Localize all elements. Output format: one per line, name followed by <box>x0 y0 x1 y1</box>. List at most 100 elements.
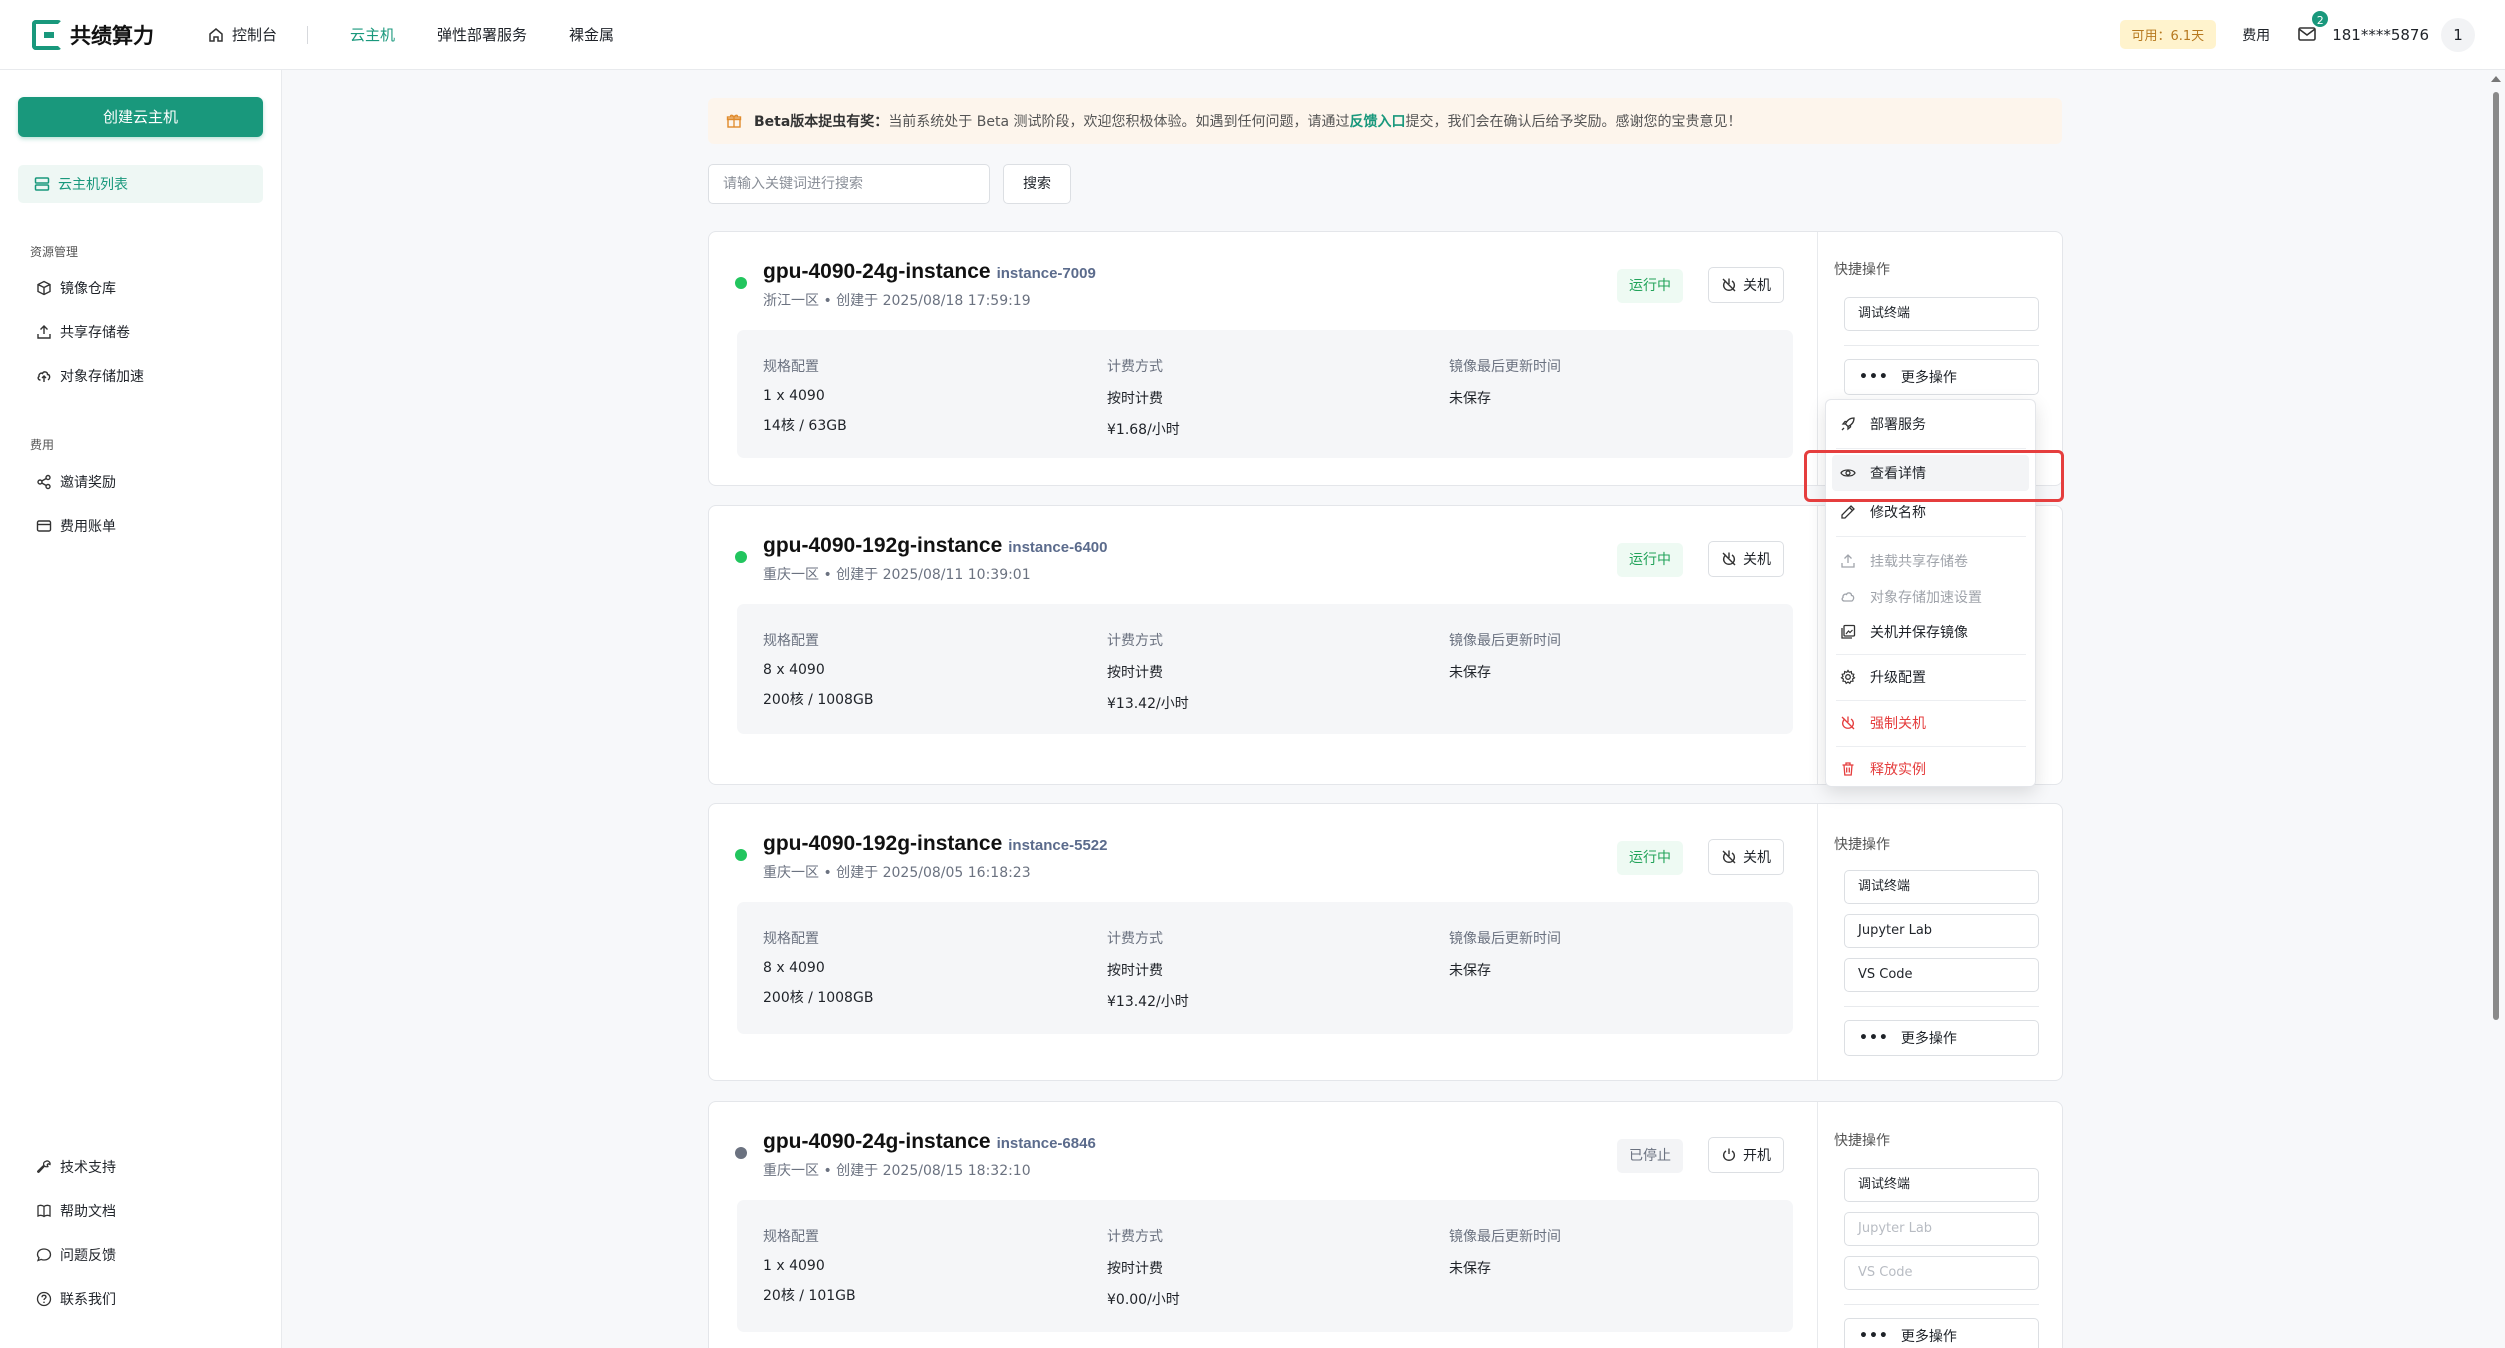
nav-cloud-host[interactable]: 云主机 <box>350 24 395 45</box>
image-update-label: 镜像最后更新时间 <box>1449 633 1561 649</box>
menu-item-object-storage-settings[interactable]: 对象存储加速设置 <box>1826 579 2035 615</box>
billing-price: ¥0.00/小时 <box>1107 1292 1180 1308</box>
sidebar-item-tech-support[interactable]: 技术支持 <box>36 1157 116 1177</box>
shutdown-label: 关机 <box>1743 278 1771 294</box>
sidebar-item-feedback[interactable]: 问题反馈 <box>36 1245 116 1265</box>
instance-name[interactable]: gpu-4090-192g-instance instance-5522 <box>763 832 1107 856</box>
logo[interactable]: 共绩算力 <box>32 19 172 50</box>
shutdown-button[interactable]: 关机 <box>1708 839 1784 875</box>
instance-name[interactable]: gpu-4090-24g-instance instance-6846 <box>763 1130 1096 1154</box>
sidebar-item-bill[interactable]: 费用账单 <box>36 516 116 536</box>
menu-item-release-instance[interactable]: 释放实例 <box>1826 751 2035 787</box>
menu-item-view-details[interactable]: 查看详情 <box>1832 455 2029 491</box>
power-on-button[interactable]: 开机 <box>1708 1137 1784 1173</box>
mail-count-badge: 2 <box>2310 8 2331 29</box>
trash-icon <box>1842 762 1854 776</box>
menu-item-mount-storage[interactable]: 挂载共享存储卷 <box>1826 543 2035 579</box>
status-dot-running <box>735 551 747 563</box>
menu-divider <box>1836 746 2026 747</box>
jupyter-lab-button[interactable]: Jupyter Lab <box>1844 1212 2039 1246</box>
menu-divider <box>1836 536 2026 537</box>
sidebar-item-label: 云主机列表 <box>58 177 128 193</box>
sidebar-item-label: 对象存储加速 <box>60 369 144 385</box>
search-button[interactable]: 搜索 <box>1003 164 1071 204</box>
power-on-label: 开机 <box>1743 1148 1771 1164</box>
sidebar-item-object-storage[interactable]: 对象存储加速 <box>36 366 144 386</box>
spec-cpu-mem: 14核 / 63GB <box>763 418 847 434</box>
instance-card: gpu-4090-24g-instance instance-6846 重庆一区 … <box>708 1101 2063 1348</box>
billing-mode: 按时计费 <box>1107 963 1163 979</box>
more-dots-icon: ••• <box>1859 1030 1889 1046</box>
search-input[interactable] <box>708 164 990 204</box>
page-scrollbar[interactable] <box>2493 92 2499 1020</box>
sidebar-item-label: 镜像仓库 <box>60 281 116 297</box>
billing-mode: 按时计费 <box>1107 1261 1163 1277</box>
debug-terminal-button[interactable]: 调试终端 <box>1844 870 2039 904</box>
spec-gpu: 8 x 4090 <box>763 960 825 976</box>
shutdown-button[interactable]: 关机 <box>1708 541 1784 577</box>
nav-bare-metal[interactable]: 裸金属 <box>569 24 614 45</box>
image-update-label: 镜像最后更新时间 <box>1449 931 1561 947</box>
sidebar-item-invite-reward[interactable]: 邀请奖励 <box>36 472 116 492</box>
sidebar: 创建云主机 云主机列表 资源管理 镜像仓库 共享存储卷 对象存储加速 费用 邀请… <box>0 70 282 1348</box>
more-dots-icon: ••• <box>1859 1328 1889 1344</box>
sidebar-item-host-list[interactable]: 云主机列表 <box>18 165 263 203</box>
home-icon <box>209 27 223 42</box>
vs-code-button[interactable]: VS Code <box>1844 1256 2039 1290</box>
more-ops-button[interactable]: ••• 更多操作 <box>1844 359 2039 395</box>
share-icon <box>37 474 51 490</box>
user-phone[interactable]: 181****5876 <box>2332 26 2429 44</box>
menu-item-label: 修改名称 <box>1870 505 1926 521</box>
image-update-label: 镜像最后更新时间 <box>1449 359 1561 375</box>
sidebar-section-fees: 费用 <box>30 438 55 452</box>
status-badge: 运行中 <box>1617 269 1683 303</box>
menu-item-upgrade-config[interactable]: 升级配置 <box>1826 659 2035 695</box>
card-divider <box>1817 506 1818 784</box>
instance-region-created: 重庆一区 • 创建于 2025/08/11 10:39:01 <box>763 567 1031 583</box>
sidebar-item-help-docs[interactable]: 帮助文档 <box>36 1201 116 1221</box>
jupyter-lab-button[interactable]: Jupyter Lab <box>1844 914 2039 948</box>
logo-text: 共绩算力 <box>70 23 154 48</box>
nav-console[interactable]: 控制台 <box>208 24 277 45</box>
mail-button[interactable]: 2 <box>2298 8 2331 43</box>
quick-divider <box>1844 1006 2039 1007</box>
nav-elastic-deploy[interactable]: 弹性部署服务 <box>437 24 527 45</box>
menu-item-force-shutdown[interactable]: 强制关机 <box>1826 705 2035 741</box>
instance-id: instance-6846 <box>996 1135 1096 1152</box>
fee-link[interactable]: 费用 <box>2242 25 2270 45</box>
shutdown-button[interactable]: 关机 <box>1708 267 1784 303</box>
more-ops-button[interactable]: ••• 更多操作 <box>1844 1020 2039 1056</box>
server-list-icon <box>34 177 50 191</box>
menu-item-label: 升级配置 <box>1870 670 1926 686</box>
image-update-label: 镜像最后更新时间 <box>1449 1229 1561 1245</box>
debug-terminal-button[interactable]: 调试终端 <box>1844 297 2039 331</box>
menu-item-label: 释放实例 <box>1870 762 1926 778</box>
debug-terminal-button[interactable]: 调试终端 <box>1844 1168 2039 1202</box>
power-off-icon <box>1722 850 1736 864</box>
sidebar-item-label: 费用账单 <box>60 519 116 535</box>
available-days-badge: 可用：6.1天 <box>2119 20 2217 49</box>
sidebar-item-contact-us[interactable]: 联系我们 <box>36 1289 116 1309</box>
more-dots-icon: ••• <box>1859 369 1889 385</box>
instance-id: instance-7009 <box>996 265 1096 282</box>
shutdown-label: 关机 <box>1743 850 1771 866</box>
sidebar-item-label: 帮助文档 <box>60 1204 116 1220</box>
instance-name[interactable]: gpu-4090-192g-instance instance-6400 <box>763 534 1107 558</box>
more-ops-button[interactable]: ••• 更多操作 <box>1844 1318 2039 1348</box>
chat-bubble-icon <box>36 1248 52 1262</box>
vs-code-button[interactable]: VS Code <box>1844 958 2039 992</box>
scroll-up-arrow[interactable] <box>2491 76 2501 82</box>
menu-item-deploy-service[interactable]: 部署服务 <box>1826 406 2035 442</box>
sidebar-item-shared-storage[interactable]: 共享存储卷 <box>36 322 130 342</box>
instance-name[interactable]: gpu-4090-24g-instance instance-7009 <box>763 260 1096 284</box>
feedback-link[interactable]: 反馈入口 <box>1350 111 1406 131</box>
instance-id: instance-6400 <box>1008 539 1108 556</box>
menu-item-rename[interactable]: 修改名称 <box>1826 494 2035 530</box>
banner-text-after: 提交，我们会在确认后给予奖励。感谢您的宝贵意见！ <box>1405 114 1742 130</box>
save-image-icon <box>1841 624 1856 639</box>
menu-item-shutdown-save-image[interactable]: 关机并保存镜像 <box>1826 614 2035 650</box>
sidebar-item-image-repo[interactable]: 镜像仓库 <box>36 278 116 298</box>
user-avatar[interactable]: 1 <box>2441 17 2475 52</box>
status-badge: 已停止 <box>1617 1139 1683 1173</box>
create-cloud-host-button[interactable]: 创建云主机 <box>18 97 263 137</box>
